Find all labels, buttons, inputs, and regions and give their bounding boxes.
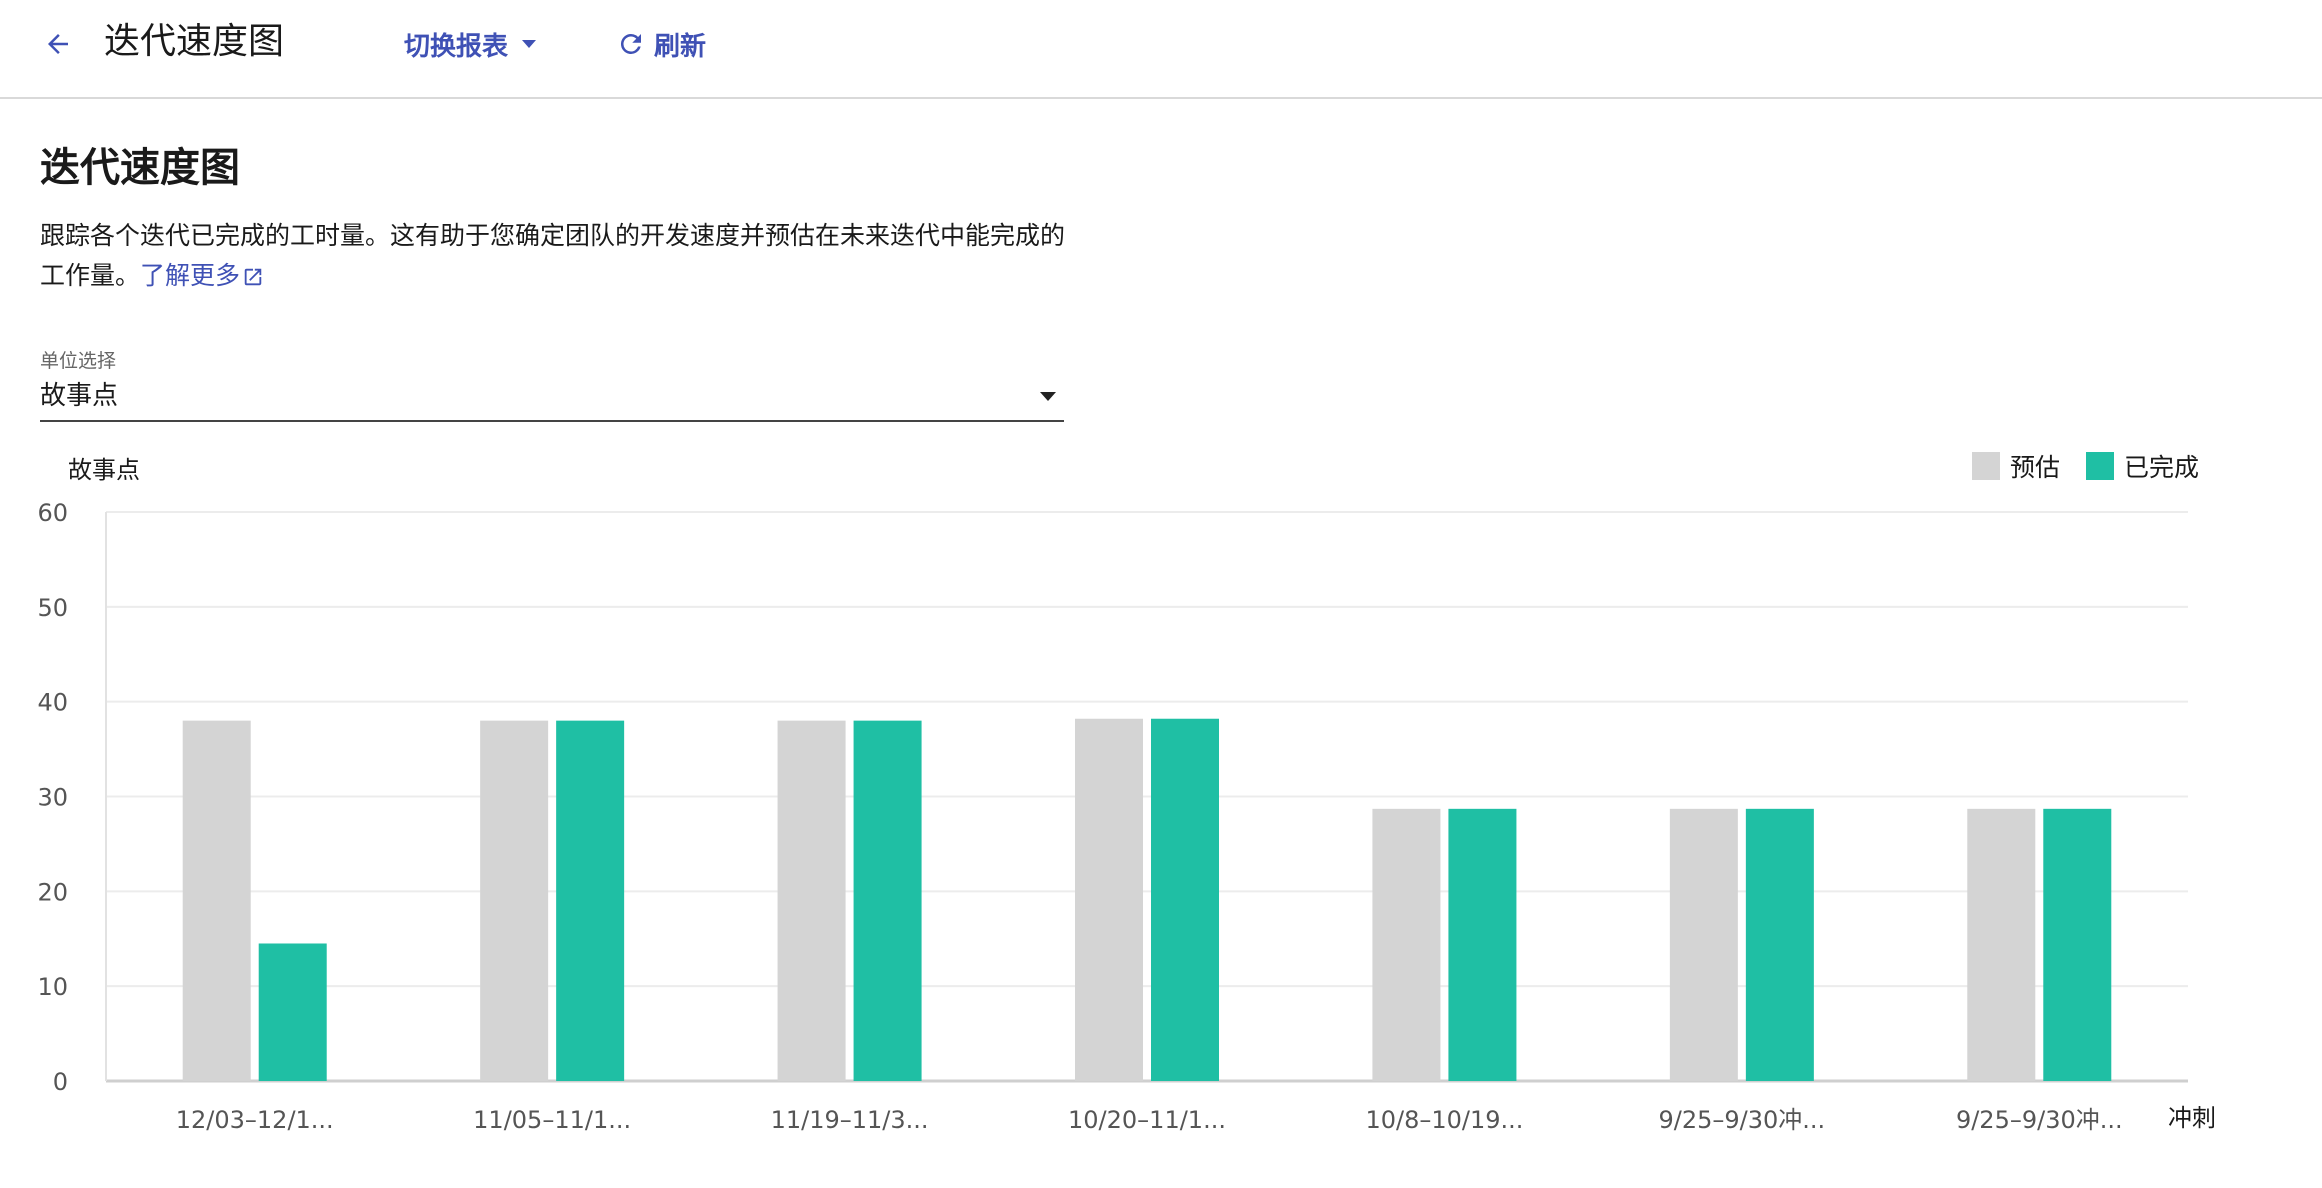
bar-estimated <box>480 720 549 1081</box>
x-tick-label: 9/25–9/30冲... <box>1956 1106 2123 1134</box>
arrow-left-icon <box>48 34 68 54</box>
switch-report-label: 切换报表 <box>404 31 509 62</box>
caret-down-icon <box>1040 392 1056 401</box>
x-axis-ticks: 12/03–12/1... 11/05–11/1... 11/19–11/3... 1… <box>176 1106 2123 1134</box>
legend-swatch-completed <box>2086 452 2114 480</box>
bar-estimated <box>1669 808 1738 1081</box>
bar-completed <box>2043 808 2112 1081</box>
bar-estimated <box>1372 808 1441 1081</box>
y-tick-label: 50 <box>37 594 68 622</box>
bar-completed <box>258 943 327 1081</box>
chart-legend: 预估 已完成 <box>1972 452 2199 482</box>
y-tick-label: 60 <box>37 499 68 527</box>
back-button[interactable] <box>36 22 80 66</box>
legend-label-completed: 已完成 <box>2124 453 2199 482</box>
chart-bars <box>182 718 2112 1081</box>
unit-select-label: 单位选择 <box>40 350 117 372</box>
unit-select-dropdown[interactable]: 故事点 <box>40 372 1064 422</box>
y-tick-label: 30 <box>37 784 68 812</box>
x-tick-label: 12/03–12/1... <box>176 1106 334 1134</box>
bar-estimated <box>777 720 846 1081</box>
bar-estimated <box>1075 718 1143 1081</box>
page-description: 跟踪各个迭代已完成的工时量。这有助于您确定团队的开发速度并预估在未来迭代中能完成… <box>40 216 1080 296</box>
top-bar: 迭代速度图 切换报表 刷新 <box>0 0 2322 99</box>
external-link-icon <box>244 268 262 286</box>
x-tick-label: 9/25–9/30冲... <box>1659 1106 1826 1134</box>
bar-completed <box>556 720 625 1081</box>
legend-swatch-estimated <box>1972 452 2000 480</box>
refresh-icon <box>620 33 641 54</box>
y-tick-label: 10 <box>37 973 68 1001</box>
x-tick-label: 11/05–11/1... <box>473 1106 631 1134</box>
x-axis-label: 冲刺 <box>2168 1104 2216 1132</box>
legend-label-estimated: 预估 <box>2010 453 2060 482</box>
switch-report-button[interactable]: 切换报表 <box>404 22 538 66</box>
unit-select-value: 故事点 <box>40 381 119 411</box>
bar-completed <box>1448 808 1517 1081</box>
refresh-button[interactable]: 刷新 <box>616 22 706 66</box>
bar-estimated <box>182 720 251 1081</box>
y-tick-label: 20 <box>37 878 68 906</box>
bar-completed <box>1745 808 1814 1081</box>
window-title: 迭代速度图 <box>104 21 285 62</box>
y-tick-label: 0 <box>53 1068 68 1096</box>
y-axis-ticks: 0 10 20 30 40 50 60 <box>37 499 68 1096</box>
x-tick-label: 10/20–11/1... <box>1068 1106 1226 1134</box>
chart-grid <box>105 511 2188 1083</box>
y-tick-label: 40 <box>37 689 68 717</box>
page-title: 迭代速度图 <box>40 145 240 191</box>
bar-completed <box>853 720 922 1081</box>
learn-more-label: 了解更多 <box>140 261 241 290</box>
y-axis-label: 故事点 <box>68 456 140 484</box>
x-tick-label: 10/8–10/19... <box>1365 1106 1523 1134</box>
caret-down-icon <box>522 40 537 48</box>
refresh-label: 刷新 <box>654 31 707 62</box>
velocity-chart: 0 10 20 30 40 50 60 12/03–12/1... 11/05–11/1...… <box>37 452 2216 1134</box>
bar-estimated <box>1967 808 2036 1081</box>
learn-more-link[interactable]: 了解更多 <box>140 261 264 290</box>
bar-completed <box>1151 718 1219 1081</box>
x-tick-label: 11/19–11/3... <box>771 1106 929 1134</box>
